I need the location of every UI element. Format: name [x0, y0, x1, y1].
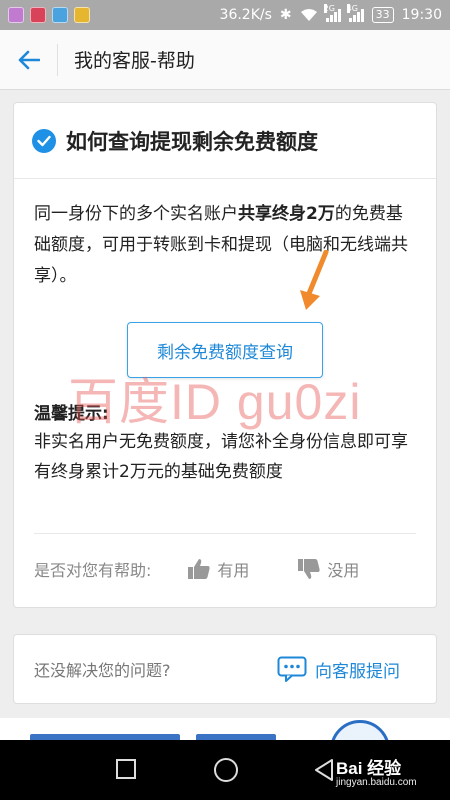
wifi-icon — [300, 9, 317, 21]
nav-back-icon[interactable] — [314, 758, 334, 782]
thumbs-up-icon — [188, 559, 211, 579]
article-body: 同一身份下的多个实名账户共享终身2万的免费基础额度，可用于转账到卡和提现（电脑和… — [14, 179, 436, 292]
feedback-question: 是否对您有帮助: — [34, 561, 152, 580]
system-nav-bar: Bai 经验 jingyan.baidu.com — [0, 740, 450, 800]
useless-button[interactable]: 没用 — [297, 557, 359, 581]
network-speed: 36.2K/s — [219, 7, 272, 23]
article-paragraph: 同一身份下的多个实名账户共享终身2万的免费基础额度，可用于转账到卡和提现（电脑和… — [34, 199, 416, 292]
useful-label: 有用 — [217, 561, 250, 580]
back-button[interactable] — [0, 43, 58, 76]
notification-icons — [8, 7, 90, 23]
ask-label: 向客服提问 — [315, 661, 400, 682]
help-article-card: 如何查询提现剩余免费额度 同一身份下的多个实名账户共享终身2万的免费基础额度，可… — [13, 102, 437, 608]
chat-bubble-icon — [277, 656, 307, 682]
ask-customer-service-button[interactable]: 向客服提问 — [277, 656, 400, 682]
baidu-jingyan-logo: Bai 经验 jingyan.baidu.com — [336, 759, 417, 788]
notes-app-icon — [74, 7, 90, 23]
huawei-app-icon — [30, 7, 46, 23]
contact-support-card: 还没解决您的问题? 向客服提问 — [13, 634, 437, 704]
divider — [34, 533, 416, 534]
article-title: 如何查询提现剩余免费额度 — [66, 129, 318, 154]
tip-text: 非实名用户无免费额度，请您补全身份信息即可享有终身累计2万元的基础免费额度 — [34, 432, 408, 482]
message-app-icon — [52, 7, 68, 23]
battery-icon: 33 — [371, 7, 394, 23]
gallery-app-icon — [8, 7, 24, 23]
bluetooth-icon: ✱ — [279, 7, 292, 23]
tip-title: 温馨提示: — [34, 404, 109, 424]
app-header: 我的客服-帮助 — [0, 30, 450, 90]
useful-button[interactable]: 有用 — [187, 557, 249, 581]
recent-apps-button[interactable] — [116, 759, 136, 779]
remaining-quota-query-button[interactable]: 剩余免费额度查询 — [127, 322, 323, 378]
useless-label: 没用 — [327, 561, 360, 580]
unresolved-question: 还没解决您的问题? — [34, 661, 171, 680]
body-text: 同一身份下的多个实名账户 — [34, 204, 238, 224]
signal-2g-icon: 2G — [323, 3, 341, 22]
body-bold-text: 共享终身2万 — [238, 204, 335, 224]
partial-content — [0, 718, 450, 740]
arrow-left-icon — [18, 50, 40, 69]
signal-4g-icon: 4G — [346, 3, 364, 22]
check-circle-icon — [32, 128, 56, 153]
page-title: 我的客服-帮助 — [74, 50, 195, 72]
thumbs-down-icon — [298, 559, 321, 579]
partial-logo-icon — [330, 720, 390, 740]
home-button[interactable] — [214, 758, 238, 782]
article-header: 如何查询提现剩余免费额度 — [14, 103, 436, 179]
status-bar: 36.2K/s ✱ 2G 4G 33 19:30 — [0, 0, 450, 30]
feedback-row: 是否对您有帮助: 有用 没用 — [34, 549, 424, 589]
clock: 19:30 — [401, 7, 442, 23]
